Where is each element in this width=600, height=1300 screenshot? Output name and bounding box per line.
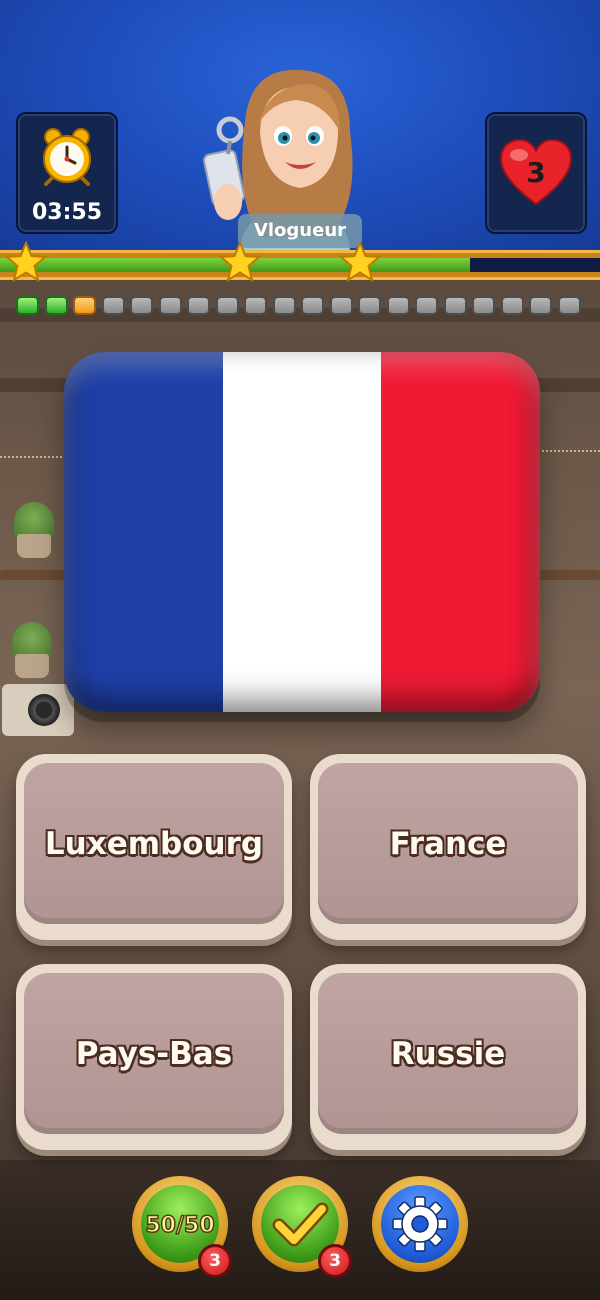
question-dot-todo [472, 296, 495, 315]
question-dot-done [16, 296, 39, 315]
answer-button-1[interactable]: Luxembourg [16, 754, 292, 940]
question-dot-todo [244, 296, 267, 315]
answer-face: Russie [318, 973, 578, 1134]
answer-button-2[interactable]: France [310, 754, 586, 940]
question-dot-todo [500, 296, 524, 315]
question-dot-todo [529, 296, 552, 315]
question-dot-todo [130, 296, 153, 315]
question-dot-done [44, 296, 68, 315]
lives-count: 3 [526, 156, 546, 189]
plant-pot [15, 654, 49, 678]
question-dot-todo [158, 296, 182, 315]
lives-panel: 3 [485, 112, 587, 234]
flag-stripe-blue [64, 352, 223, 712]
fifty-fifty-button[interactable]: 50/50 3 [132, 1176, 232, 1278]
plant-pot [17, 534, 51, 558]
question-dot-todo [358, 296, 381, 315]
answer-label: Russie [390, 1035, 506, 1072]
star-icon [5, 241, 47, 283]
question-dot-todo [301, 296, 324, 315]
question-dot-current [73, 296, 96, 315]
progress-bar [0, 241, 600, 283]
answer-label: Pays-Bas [75, 1035, 233, 1072]
gear-icon [392, 1196, 448, 1252]
settings-button[interactable] [372, 1176, 468, 1272]
question-flag [64, 352, 540, 712]
answer-face: Pays-Bas [24, 973, 284, 1134]
question-dot-todo [557, 296, 581, 315]
timer-panel: 03:55 [16, 112, 118, 234]
fifty-fifty-count-badge: 3 [198, 1244, 232, 1278]
reveal-answer-button[interactable]: 3 [252, 1176, 352, 1278]
svg-text:50/50: 50/50 [145, 1213, 214, 1238]
question-dot-todo [272, 296, 296, 315]
question-dot-todo [443, 296, 467, 315]
question-progress-dots [16, 296, 581, 316]
answer-label: France [389, 825, 507, 862]
question-dot-todo [215, 296, 239, 315]
string-lights [530, 450, 600, 454]
question-dot-todo [415, 296, 438, 315]
string-lights [0, 456, 70, 460]
camera-prop [2, 684, 74, 736]
answer-label: Luxembourg [44, 825, 264, 862]
star-icon [339, 241, 381, 283]
alarm-clock-icon [43, 128, 91, 186]
answer-button-3[interactable]: Pays-Bas [16, 964, 292, 1150]
wall-shelf [536, 570, 600, 580]
header: 03:55 Vlogueur 3 [0, 0, 600, 254]
flag-stripe-white [222, 352, 382, 712]
answer-face: Luxembourg [24, 763, 284, 924]
answer-face: France [318, 763, 578, 924]
timer-readout: 03:55 [31, 200, 103, 225]
star-icon [219, 241, 261, 283]
flag-stripe-red [381, 352, 540, 712]
question-dot-todo [101, 296, 125, 315]
progress-track [0, 258, 600, 272]
question-dot-todo [329, 296, 353, 315]
question-dot-todo [386, 296, 410, 315]
answer-button-4[interactable]: Russie [310, 964, 586, 1150]
reveal-answer-count-badge: 3 [318, 1244, 352, 1278]
question-dot-todo [187, 296, 210, 315]
wall-shelf [0, 570, 66, 580]
